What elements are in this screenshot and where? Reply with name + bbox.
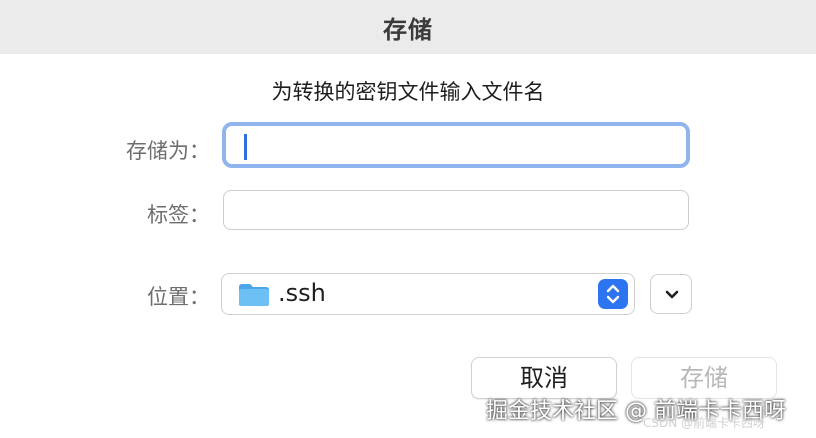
up-down-chevron-icon[interactable] (598, 279, 628, 309)
location-value: .ssh (278, 279, 326, 307)
chevron-down-icon (665, 290, 679, 299)
dialog-title: 存储 (383, 15, 433, 44)
expand-dialog-button[interactable] (650, 274, 692, 314)
save-as-input[interactable] (222, 122, 690, 168)
location-label: 位置： (147, 285, 210, 309)
folder-icon (239, 284, 269, 306)
location-popup-button[interactable]: .ssh (221, 273, 635, 315)
tags-label: 标签： (147, 203, 210, 227)
save-dialog: 存储 为转换的密钥文件输入文件名 存储为： 标签： 位置： .ssh 取消 存储… (0, 0, 816, 438)
save-as-label: 存储为： (126, 139, 210, 163)
dialog-prompt: 为转换的密钥文件输入文件名 (271, 80, 545, 104)
watermark-small-text: CSDN @前端卡卡西呀 (643, 416, 766, 430)
tags-input[interactable] (223, 190, 689, 230)
dialog-titlebar: 存储 (0, 0, 816, 54)
text-caret (244, 134, 247, 160)
